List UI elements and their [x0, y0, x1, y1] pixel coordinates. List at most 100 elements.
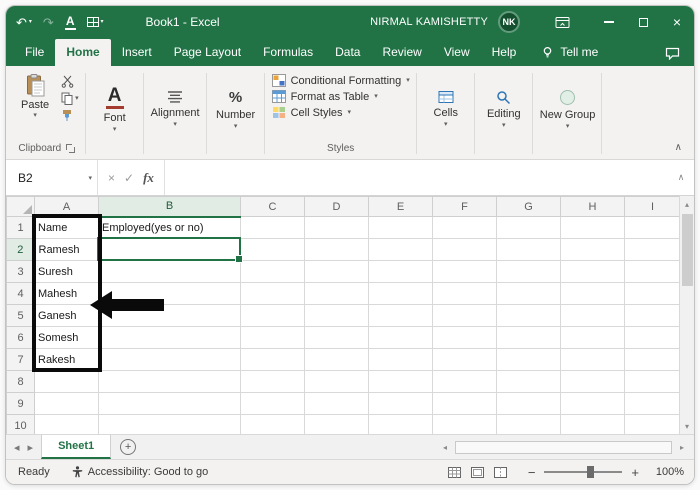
cell-F4[interactable]	[432, 282, 497, 305]
previous-sheet-icon[interactable]: ◂	[14, 441, 20, 454]
tab-page-layout[interactable]: Page Layout	[163, 39, 252, 66]
row-header-6[interactable]: 6	[6, 326, 35, 349]
cell-E7[interactable]	[368, 348, 433, 371]
horizontal-scrollbar[interactable]: ◂ ▸	[438, 435, 694, 459]
column-header-D[interactable]: D	[304, 196, 369, 217]
cell-F3[interactable]	[432, 260, 497, 283]
cell-I7[interactable]	[624, 348, 681, 371]
cell-C2[interactable]	[240, 238, 305, 261]
cell-I2[interactable]	[624, 238, 681, 261]
cell-C9[interactable]	[240, 392, 305, 415]
cell-C8[interactable]	[240, 370, 305, 393]
row-header-4[interactable]: 4	[6, 282, 35, 305]
cut-button[interactable]	[61, 75, 79, 88]
cell-E4[interactable]	[368, 282, 433, 305]
cell-D3[interactable]	[304, 260, 369, 283]
cell-D2[interactable]	[304, 238, 369, 261]
sheet-tab-sheet1[interactable]: Sheet1	[41, 435, 112, 459]
formula-input[interactable]	[165, 160, 668, 195]
undo-button[interactable]: ↶ ▾	[16, 16, 32, 29]
enter-icon[interactable]: ✓	[124, 171, 134, 185]
formula-bar-expand-icon[interactable]: ∧	[668, 160, 694, 195]
cell-G5[interactable]	[496, 304, 561, 327]
cell-B6[interactable]	[98, 326, 241, 349]
cell-C10[interactable]	[240, 414, 305, 434]
cell-G6[interactable]	[496, 326, 561, 349]
cell-G10[interactable]	[496, 414, 561, 434]
cell-F5[interactable]	[432, 304, 497, 327]
cell-C6[interactable]	[240, 326, 305, 349]
cell-B3[interactable]	[98, 260, 241, 283]
cell-H9[interactable]	[560, 392, 625, 415]
cell-E10[interactable]	[368, 414, 433, 434]
cell-C1[interactable]	[240, 216, 305, 239]
select-all-corner[interactable]	[6, 196, 35, 217]
cell-E1[interactable]	[368, 216, 433, 239]
cell-H1[interactable]	[560, 216, 625, 239]
row-header-9[interactable]: 9	[6, 392, 35, 415]
normal-view-button[interactable]	[447, 466, 461, 478]
vertical-scroll-thumb[interactable]	[681, 214, 693, 286]
cell-E3[interactable]	[368, 260, 433, 283]
column-header-E[interactable]: E	[368, 196, 433, 217]
cell-G4[interactable]	[496, 282, 561, 305]
close-button[interactable]: ×	[660, 6, 694, 38]
cancel-icon[interactable]: ×	[108, 171, 115, 185]
cell-B2[interactable]	[98, 238, 241, 261]
cell-F2[interactable]	[432, 238, 497, 261]
cell-G8[interactable]	[496, 370, 561, 393]
number-group-button[interactable]: % Number ▾	[214, 70, 258, 159]
cell-H8[interactable]	[560, 370, 625, 393]
alignment-group-button[interactable]: Alignment ▾	[151, 70, 200, 159]
scroll-up-icon[interactable]: ▴	[680, 196, 694, 212]
tab-view[interactable]: View	[433, 39, 481, 66]
cell-E6[interactable]	[368, 326, 433, 349]
cell-B8[interactable]	[98, 370, 241, 393]
user-name[interactable]: NIRMAL KAMISHETTY	[370, 16, 488, 28]
cell-F7[interactable]	[432, 348, 497, 371]
cell-H10[interactable]	[560, 414, 625, 434]
cell-I1[interactable]	[624, 216, 681, 239]
cell-E5[interactable]	[368, 304, 433, 327]
comments-button[interactable]	[665, 47, 680, 60]
cell-D9[interactable]	[304, 392, 369, 415]
zoom-level[interactable]: 100%	[648, 466, 684, 478]
tab-home[interactable]: Home	[55, 39, 111, 66]
cell-A10[interactable]	[34, 414, 99, 434]
ribbon-display-options-button[interactable]	[546, 6, 578, 38]
page-layout-view-button[interactable]	[470, 466, 484, 478]
cell-I3[interactable]	[624, 260, 681, 283]
cell-A8[interactable]	[34, 370, 99, 393]
cell-A2[interactable]: Ramesh	[34, 238, 99, 261]
cell-styles-button[interactable]: Cell Styles ▾	[272, 106, 410, 119]
cell-I10[interactable]	[624, 414, 681, 434]
paste-button[interactable]: Paste ▾	[15, 70, 55, 122]
cell-G2[interactable]	[496, 238, 561, 261]
column-header-C[interactable]: C	[240, 196, 305, 217]
cell-F10[interactable]	[432, 414, 497, 434]
cell-A5[interactable]: Ganesh	[34, 304, 99, 327]
quick-table-button[interactable]: ▾	[86, 17, 104, 27]
cell-H6[interactable]	[560, 326, 625, 349]
tab-review[interactable]: Review	[371, 39, 432, 66]
cell-I8[interactable]	[624, 370, 681, 393]
cell-F8[interactable]	[432, 370, 497, 393]
tab-data[interactable]: Data	[324, 39, 371, 66]
new-sheet-button[interactable]: +	[120, 439, 137, 455]
tab-insert[interactable]: Insert	[111, 39, 163, 66]
cell-C7[interactable]	[240, 348, 305, 371]
collapse-ribbon-button[interactable]: ∧	[675, 142, 682, 153]
cell-B7[interactable]	[98, 348, 241, 371]
cell-D8[interactable]	[304, 370, 369, 393]
cell-F6[interactable]	[432, 326, 497, 349]
column-header-A[interactable]: A	[34, 196, 99, 217]
cell-D1[interactable]	[304, 216, 369, 239]
cell-G9[interactable]	[496, 392, 561, 415]
tab-formulas[interactable]: Formulas	[252, 39, 324, 66]
cell-A1[interactable]: Name	[34, 216, 99, 239]
cell-C3[interactable]	[240, 260, 305, 283]
horizontal-scroll-thumb[interactable]	[455, 440, 672, 454]
cell-B9[interactable]	[98, 392, 241, 415]
row-header-10[interactable]: 10	[6, 414, 35, 434]
cell-I4[interactable]	[624, 282, 681, 305]
